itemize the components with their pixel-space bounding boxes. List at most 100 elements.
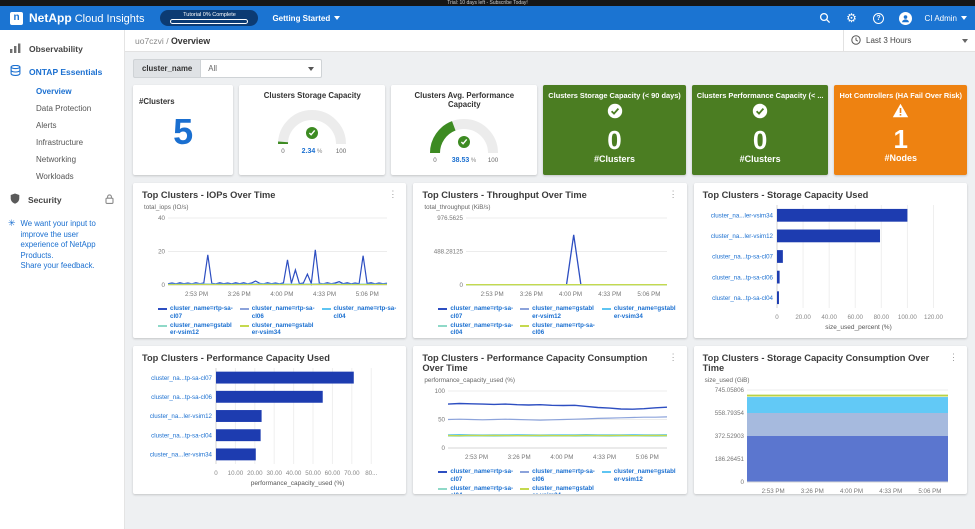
performance-capacity-bar-chart[interactable]: 010.0020.0030.0040.0050.0060.0070.0080..… [142,363,395,488]
lock-icon [105,194,114,206]
storage-capacity-bar-chart[interactable]: 020.0040.0060.0080.00100.00120.00size_us… [703,200,956,332]
svg-text:0: 0 [214,470,218,477]
legend-item[interactable]: cluster_name=rtp-sa-cl04 [438,322,514,338]
kebab-menu-icon[interactable]: ⋮ [669,353,678,362]
kpi-card-performance-gauge[interactable]: Clusters Avg. Performance Capacity 01003… [391,85,537,175]
feedback-link[interactable]: Share your feedback. [21,261,95,270]
svg-text:5:06 PM: 5:06 PM [918,488,941,494]
svg-text:4:00 PM: 4:00 PM [559,291,582,298]
legend-swatch [322,308,331,310]
legend-item[interactable]: cluster_name=rtp-sa-cl07 [438,305,514,321]
avatar[interactable] [899,12,912,25]
chart-title: Top Clusters - Throughput Over Time [422,190,586,200]
breadcrumb-parent[interactable]: uo7czvi [135,36,164,46]
y-axis-label: total_iops (IO/s) [144,204,397,211]
legend-swatch [520,488,529,490]
legend-item[interactable]: cluster_name=gstabler-vsim12 [602,468,678,484]
svg-text:4:33 PM: 4:33 PM [879,488,902,494]
svg-text:4:33 PM: 4:33 PM [593,454,616,461]
svg-text:4:00 PM: 4:00 PM [840,488,863,494]
legend-item[interactable]: cluster_name=gstabler-vsim12 [520,305,596,321]
svg-text:70.00: 70.00 [344,470,360,477]
breadcrumb-bar: uo7czvi / Overview Last 3 Hours [125,30,975,52]
sidebar-item-ontap-essentials[interactable]: ONTAP Essentials [0,60,124,83]
svg-text:2:53 PM: 2:53 PM [465,454,488,461]
sidebar-item-workloads[interactable]: Workloads [0,168,124,185]
kpi-title: Clusters Storage Capacity [245,91,379,100]
charts-row-2: Top Clusters - Performance Capacity Used… [133,346,967,494]
status-card-label: #Clusters [594,154,635,164]
check-circle-icon [752,103,768,124]
sidebar-item-overview[interactable]: Overview [0,83,124,100]
filter-row: cluster_name All [133,59,967,78]
status-card-value: 0 [607,127,621,154]
status-card-storage-90days[interactable]: Clusters Storage Capacity (< 90 days) 0 … [543,85,685,175]
svg-text:4:00 PM: 4:00 PM [270,291,293,298]
throughput-line-chart[interactable]: 0488.28125976.56252:53 PM3:26 PM4:00 PM4… [422,211,675,299]
chart-card-performance-capacity-used: Top Clusters - Performance Capacity Used… [133,346,406,494]
user-menu[interactable]: CI Admin [925,14,967,23]
legend-label: cluster_name=rtp-sa-cl06 [532,468,596,484]
kpi-title: Clusters Avg. Performance Capacity [397,91,531,109]
kpi-card-clusters[interactable]: #Clusters 5 [133,85,233,175]
gear-icon[interactable]: ⚙ [845,11,859,25]
status-card-performance[interactable]: Clusters Performance Capacity (< ... 0 #… [692,85,829,175]
sidebar-item-security[interactable]: Security [0,185,124,211]
legend-swatch [240,308,249,310]
getting-started-menu[interactable]: Getting Started [272,14,340,23]
svg-text:cluster_na...ler-vsim34: cluster_na...ler-vsim34 [150,452,213,459]
legend-item[interactable]: cluster_name=rtp-sa-cl07 [158,305,234,321]
filter-value-select[interactable]: All [200,59,322,78]
legend-label: cluster_name=gstabler-vsim34 [614,305,678,321]
legend-item[interactable]: cluster_name=gstabler-vsim12 [158,322,234,338]
svg-text:0: 0 [460,282,464,289]
svg-text:40.00: 40.00 [821,314,837,321]
help-icon[interactable]: ? [872,11,886,25]
sidebar-item-alerts[interactable]: Alerts [0,117,124,134]
kpi-card-storage-gauge[interactable]: Clusters Storage Capacity 01002.34 % [239,85,385,175]
chart-title: Top Clusters - Performance Capacity Cons… [422,353,668,373]
legend-swatch [438,308,447,310]
legend-label: cluster_name=gstabler-vsim34 [252,322,316,338]
legend-item[interactable]: cluster_name=rtp-sa-cl06 [520,468,596,484]
charts-row-1: Top Clusters - IOPs Over Time ⋮ total_io… [133,183,967,338]
legend-item[interactable]: cluster_name=rtp-sa-cl04 [438,485,514,495]
sidebar-item-infrastructure[interactable]: Infrastructure [0,134,124,151]
svg-text:20.00: 20.00 [795,314,811,321]
search-icon[interactable] [818,11,832,25]
legend-item[interactable]: cluster_name=gstabler-vsim34 [240,322,316,338]
svg-text:0: 0 [434,157,438,164]
kebab-menu-icon[interactable]: ⋮ [669,190,678,199]
legend-item[interactable]: cluster_name=gstabler-vsim34 [520,485,596,495]
svg-text:50: 50 [438,417,445,424]
svg-text:cluster_na...tp-sa-cl04: cluster_na...tp-sa-cl04 [151,432,212,439]
svg-text:100: 100 [336,148,347,155]
status-card-hot-controllers[interactable]: Hot Controllers (HA Fail Over Risk) 1 #N… [834,85,967,175]
sidebar-item-data-protection[interactable]: Data Protection [0,100,124,117]
time-range-selector[interactable]: Last 3 Hours [843,30,975,51]
svg-text:0: 0 [775,314,779,321]
svg-text:3:26 PM: 3:26 PM [800,488,823,494]
sidebar-item-observability[interactable]: Observability [0,38,124,60]
performance-consumption-line-chart[interactable]: 0501002:53 PM3:26 PM4:00 PM4:33 PM5:06 P… [422,384,675,462]
kebab-menu-icon[interactable]: ⋮ [388,190,397,199]
legend-item[interactable]: cluster_name=rtp-sa-cl06 [520,322,596,338]
database-icon [10,65,21,78]
iops-line-chart[interactable]: 020402:53 PM3:26 PM4:00 PM4:33 PM5:06 PM [142,211,395,299]
kebab-menu-icon[interactable]: ⋮ [949,353,958,362]
legend-item[interactable]: cluster_name=gstabler-vsim34 [602,305,678,321]
legend-item[interactable]: cluster_name=rtp-sa-cl04 [322,305,398,321]
sidebar-item-networking[interactable]: Networking [0,151,124,168]
legend-item[interactable]: cluster_name=rtp-sa-cl07 [438,468,514,484]
legend-label: cluster_name=rtp-sa-cl04 [450,322,514,338]
svg-text:0: 0 [282,148,286,155]
legend-item[interactable]: cluster_name=rtp-sa-cl06 [240,305,316,321]
netapp-logo-icon: n [10,12,23,25]
tutorial-progress[interactable]: Tutorial 0% Complete [160,10,258,26]
svg-text:cluster_na...tp-sa-cl04: cluster_na...tp-sa-cl04 [712,295,773,302]
svg-text:40: 40 [158,215,165,222]
svg-text:cluster_na...tp-sa-cl06: cluster_na...tp-sa-cl06 [712,274,773,281]
storage-consumption-area-chart[interactable]: 0186.26451372.52903558.79354745.058062:5… [703,384,956,494]
chart-title: Top Clusters - Storage Capacity Consumpt… [703,353,949,373]
svg-text:cluster_na...ler-vsim12: cluster_na...ler-vsim12 [710,233,773,240]
